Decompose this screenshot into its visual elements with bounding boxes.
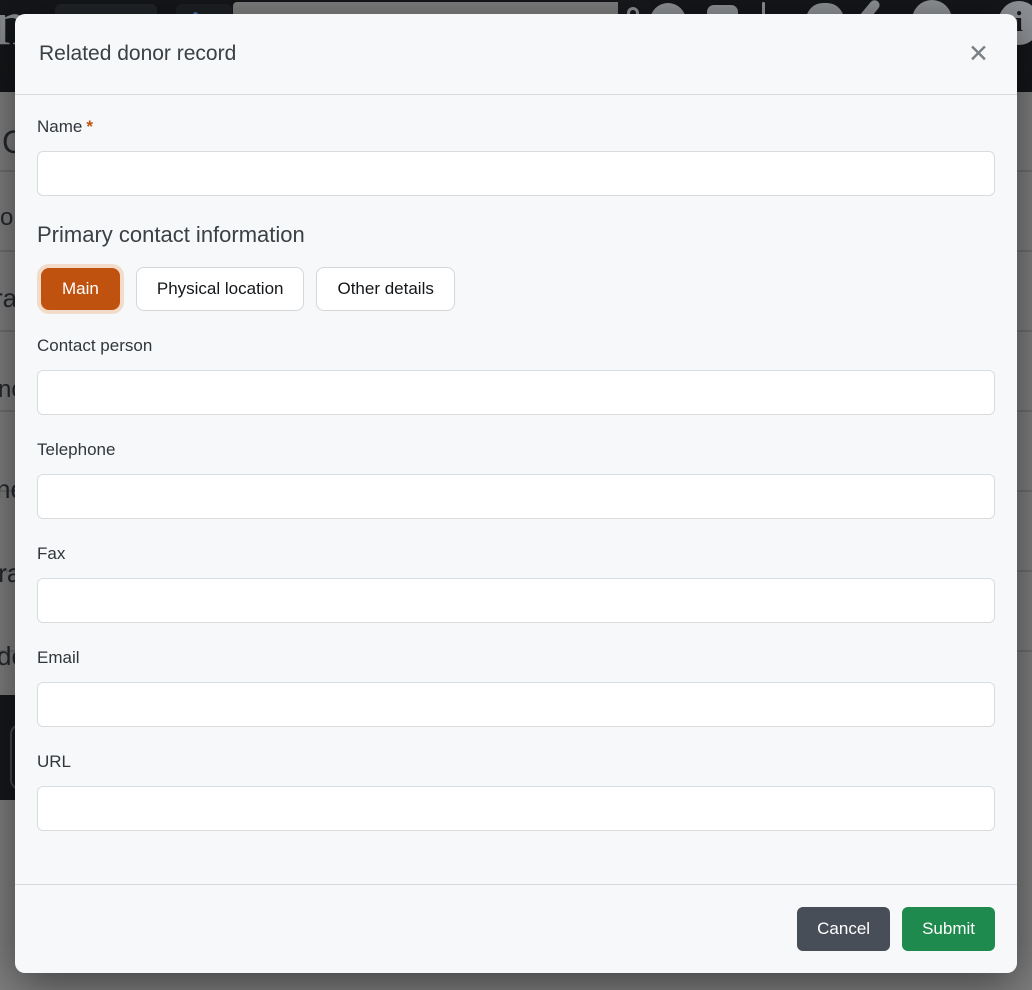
section-heading: Primary contact information	[37, 222, 995, 248]
contact-tabs: Main Physical location Other details	[37, 266, 995, 312]
dialog-title: Related donor record	[39, 42, 964, 66]
dialog-body: Name* Primary contact information Main P…	[15, 95, 1017, 884]
close-icon[interactable]: ✕	[964, 38, 993, 71]
tab-main[interactable]: Main	[41, 268, 120, 310]
url-input[interactable]	[37, 786, 995, 831]
required-marker: *	[86, 117, 93, 136]
dialog-footer: Cancel Submit	[15, 884, 1017, 973]
tab-physical-location[interactable]: Physical location	[136, 267, 305, 311]
telephone-field-group: Telephone	[37, 440, 995, 519]
contact-person-field-group: Contact person	[37, 336, 995, 415]
fax-input[interactable]	[37, 578, 995, 623]
fax-label: Fax	[37, 544, 995, 564]
telephone-input[interactable]	[37, 474, 995, 519]
contact-person-input[interactable]	[37, 370, 995, 415]
url-field-group: URL	[37, 752, 995, 831]
telephone-label: Telephone	[37, 440, 995, 460]
url-label: URL	[37, 752, 995, 772]
tab-other-details[interactable]: Other details	[316, 267, 454, 311]
email-label: Email	[37, 648, 995, 668]
name-field-group: Name*	[37, 117, 995, 196]
background-text-fragment: o	[0, 204, 13, 232]
name-input[interactable]	[37, 151, 995, 196]
email-field-group: Email	[37, 648, 995, 727]
fax-field-group: Fax	[37, 544, 995, 623]
submit-button[interactable]: Submit	[902, 907, 995, 951]
contact-person-label: Contact person	[37, 336, 995, 356]
dialog-header: Related donor record ✕	[15, 14, 1017, 95]
name-label: Name*	[37, 117, 995, 137]
related-donor-record-dialog: Related donor record ✕ Name* Primary con…	[15, 14, 1017, 973]
email-input[interactable]	[37, 682, 995, 727]
cancel-button[interactable]: Cancel	[797, 907, 890, 951]
